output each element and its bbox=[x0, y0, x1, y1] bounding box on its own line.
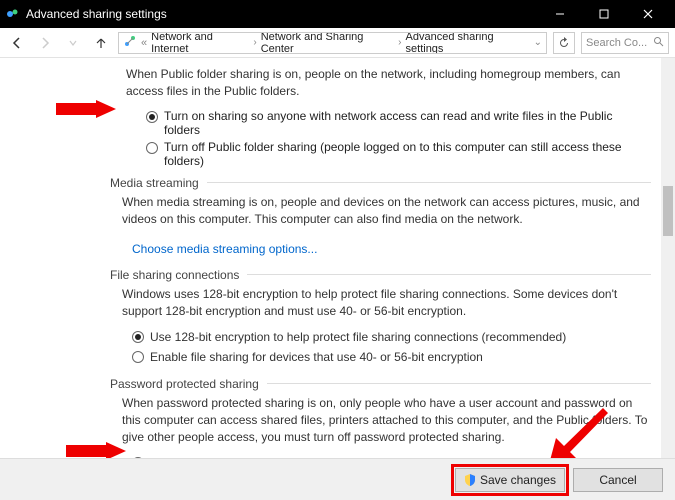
public-sharing-on-label: Turn on sharing so anyone with network a… bbox=[164, 109, 651, 137]
vertical-scrollbar[interactable] bbox=[661, 58, 675, 458]
section-title: Media streaming bbox=[110, 176, 199, 190]
chevron-left-icon: « bbox=[139, 37, 149, 49]
encryption-128-label: Use 128-bit encryption to help protect f… bbox=[150, 329, 566, 346]
search-input[interactable]: Search Co... bbox=[581, 32, 669, 54]
save-changes-button[interactable]: Save changes bbox=[455, 468, 565, 492]
chevron-right-icon: › bbox=[396, 37, 403, 48]
cancel-button[interactable]: Cancel bbox=[573, 468, 663, 492]
encryption-4056-label: Enable file sharing for devices that use… bbox=[150, 349, 483, 366]
breadcrumb-item[interactable]: Network and Internet bbox=[151, 32, 249, 54]
divider bbox=[247, 274, 651, 275]
password-desc: When password protected sharing is on, o… bbox=[122, 395, 651, 447]
window-title: Advanced sharing settings bbox=[26, 7, 533, 21]
refresh-button[interactable] bbox=[553, 32, 575, 54]
scrollbar-thumb[interactable] bbox=[663, 186, 673, 236]
encryption-128-radio[interactable] bbox=[132, 331, 144, 343]
chevron-right-icon: › bbox=[251, 37, 258, 48]
nav-bar: « Network and Internet › Network and Sha… bbox=[0, 28, 675, 58]
encryption-4056-radio[interactable] bbox=[132, 351, 144, 363]
app-icon bbox=[6, 7, 20, 21]
content-area: When Public folder sharing is on, people… bbox=[110, 62, 651, 458]
divider bbox=[207, 182, 651, 183]
up-button[interactable] bbox=[90, 32, 112, 54]
title-bar: Advanced sharing settings bbox=[0, 0, 675, 28]
media-desc: When media streaming is on, people and d… bbox=[122, 194, 651, 229]
public-sharing-on-radio[interactable] bbox=[146, 111, 158, 123]
search-icon bbox=[653, 36, 664, 50]
public-folder-intro: When Public folder sharing is on, people… bbox=[126, 66, 651, 101]
divider bbox=[267, 383, 651, 384]
footer: Save changes Cancel bbox=[0, 458, 675, 500]
breadcrumb-item[interactable]: Advanced sharing settings bbox=[406, 32, 530, 54]
breadcrumb-item[interactable]: Network and Sharing Center bbox=[261, 32, 394, 54]
filesharing-desc: Windows uses 128-bit encryption to help … bbox=[122, 286, 651, 321]
maximize-button[interactable] bbox=[583, 0, 625, 28]
minimize-button[interactable] bbox=[539, 0, 581, 28]
annotation-arrow bbox=[56, 100, 116, 118]
section-title: Password protected sharing bbox=[110, 377, 259, 391]
media-streaming-link[interactable]: Choose media streaming options... bbox=[132, 241, 317, 258]
shield-icon bbox=[464, 474, 476, 486]
back-button[interactable] bbox=[6, 32, 28, 54]
cancel-button-label: Cancel bbox=[599, 473, 636, 487]
public-sharing-off-radio[interactable] bbox=[146, 142, 158, 154]
search-placeholder: Search Co... bbox=[586, 37, 649, 49]
section-title: File sharing connections bbox=[110, 268, 239, 282]
location-icon bbox=[123, 34, 137, 51]
forward-button[interactable] bbox=[34, 32, 56, 54]
chevron-down-icon[interactable]: ⌄ bbox=[534, 37, 542, 48]
recent-dropdown[interactable] bbox=[62, 32, 84, 54]
public-sharing-off-label: Turn off Public folder sharing (people l… bbox=[164, 140, 651, 168]
close-button[interactable] bbox=[627, 0, 669, 28]
save-button-label: Save changes bbox=[480, 473, 556, 487]
breadcrumb[interactable]: « Network and Internet › Network and Sha… bbox=[118, 32, 547, 54]
